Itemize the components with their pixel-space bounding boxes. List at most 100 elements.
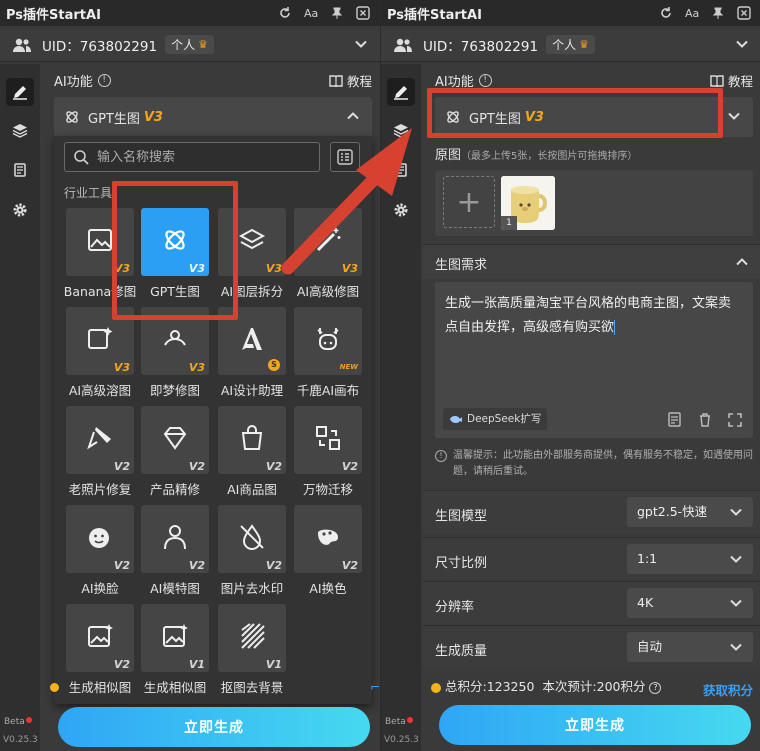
setting-select[interactable]: 4K (627, 588, 753, 618)
points-info-icon: ⌐ (370, 680, 380, 694)
tool-tile-10[interactable]: V2 (218, 406, 286, 474)
chevron-down-icon (730, 508, 742, 516)
document-icon (395, 163, 407, 177)
face-icon (89, 528, 109, 548)
setting-label: 分辨率 (435, 600, 475, 615)
list-view-button[interactable] (330, 142, 360, 172)
tool-tile-8[interactable]: V2 (66, 406, 134, 474)
info-icon[interactable]: ! (478, 73, 492, 87)
pin-icon[interactable] (330, 6, 344, 20)
beta-text: Beta (385, 717, 406, 727)
request-header[interactable]: 生图需求 (423, 244, 760, 278)
close-icon[interactable] (356, 6, 370, 20)
account-badge-right[interactable]: 个人 ♛ (546, 35, 595, 54)
trash-icon[interactable] (697, 412, 713, 428)
close-icon[interactable] (737, 6, 751, 20)
tool-version-tag: V2 (265, 460, 282, 473)
image-sparkle-icon (88, 624, 113, 647)
chevron-down-icon[interactable] (727, 109, 741, 123)
refresh-icon[interactable] (278, 6, 292, 20)
beta-dot (406, 717, 413, 723)
font-size-icon[interactable]: Aa (304, 7, 318, 20)
setting-label: 生图模型 (435, 509, 488, 524)
tool-tile-7[interactable]: NEW (294, 307, 362, 375)
document-tab[interactable] (389, 158, 413, 182)
edit-tab[interactable] (387, 78, 415, 106)
beta-label-right: Beta (385, 717, 413, 727)
tool-tile-3[interactable]: V3 (294, 208, 362, 276)
tool-selector[interactable]: GPT生图 V3 (54, 97, 372, 137)
tool-search[interactable] (64, 142, 320, 172)
text-cursor (614, 320, 616, 335)
generate-button-right[interactable]: 立即生成 (439, 705, 751, 745)
setting-select[interactable]: 1:1 (627, 544, 753, 574)
chevron-up-icon[interactable] (346, 109, 360, 123)
deepseek-expand-button[interactable]: DeepSeek扩写 (443, 408, 548, 430)
crown-icon: ♛ (579, 38, 589, 51)
tutorial-label: 教程 (346, 74, 372, 89)
tool-tile-18[interactable]: V1 (218, 604, 286, 672)
edit-tab[interactable] (6, 78, 34, 106)
request-textarea[interactable]: 生成一张高质量淘宝平台风格的电商主图，文案卖点自由发挥，高级感有购买欲 Deep… (435, 282, 753, 438)
tool-label-7: 千鹿AI画布 (296, 383, 360, 398)
tool-tile-13[interactable]: V2 (141, 505, 209, 573)
tutorial-label: 教程 (727, 74, 753, 89)
tool-tile-12[interactable]: V2 (66, 505, 134, 573)
layers-icon (393, 124, 409, 138)
gear-icon (13, 203, 27, 217)
tool-tile-15[interactable]: V2 (294, 505, 362, 573)
account-badge-label: 个人 (552, 38, 577, 52)
chevron-down-icon[interactable] (354, 37, 368, 51)
left-panel: Ps插件StartAI Aa UID：763802291 个人 ♛ Beta V0… (0, 0, 380, 751)
section-title: AI功能 (54, 74, 93, 90)
tool-tile-11[interactable]: V2 (294, 406, 362, 474)
uploaded-thumbnail[interactable]: 1 (501, 176, 555, 230)
coin-icon (431, 682, 441, 693)
crown-icon: ♛ (198, 38, 208, 51)
tip-text: 温馨提示：此功能由外部服务商提供，偶有服务不稳定，如遇使用问题，请稍后重试。 (453, 450, 753, 477)
chevron-down-icon[interactable] (735, 37, 749, 51)
source-label: 原图 (435, 148, 462, 163)
beta-dot (25, 717, 32, 723)
info-icon[interactable]: ! (97, 73, 111, 87)
pin-icon[interactable] (711, 6, 725, 20)
points-info-icon[interactable]: ? (649, 681, 662, 694)
tool-version-tag: V1 (188, 658, 205, 671)
layers-tab[interactable] (389, 118, 413, 142)
tool-tile-9[interactable]: V2 (141, 406, 209, 474)
font-size-icon[interactable]: Aa (685, 7, 699, 20)
layers-tab[interactable] (8, 118, 32, 142)
add-image-button[interactable]: + (443, 176, 495, 228)
tool-version-tag: V1 (265, 658, 282, 671)
points-footer: 总积分:123250 本次预计:200积分 ? 获取积分 (423, 676, 760, 700)
template-icon[interactable] (667, 412, 683, 428)
document-tab[interactable] (8, 158, 32, 182)
settings-tab[interactable] (8, 198, 32, 222)
generate-button[interactable]: 立即生成 (58, 707, 370, 747)
tutorial-link[interactable]: 教程 (329, 71, 372, 90)
tool-tile-14[interactable]: V2 (218, 505, 286, 573)
chevron-down-icon (730, 599, 742, 607)
setting-select[interactable]: gpt2.5-快速 (627, 497, 753, 527)
layer-split-icon (238, 228, 266, 250)
gem-icon (163, 427, 187, 450)
refresh-icon[interactable] (659, 6, 673, 20)
setting-select[interactable]: 自动 (627, 632, 753, 662)
tool-version-tag: V3 (188, 361, 205, 374)
setting-label: 生成质量 (435, 644, 488, 659)
get-points-link[interactable]: 获取积分 (703, 680, 753, 699)
account-badge[interactable]: 个人 ♛ (165, 35, 214, 54)
setting-row-1: 尺寸比例 1:1 (423, 537, 760, 581)
settings-tab[interactable] (389, 198, 413, 222)
tool-version-tag: V2 (341, 460, 358, 473)
deepseek-label: DeepSeek扩写 (467, 413, 542, 425)
tool-label-15: AI换色 (309, 581, 347, 596)
tool-tile-16[interactable]: V2 (66, 604, 134, 672)
beta-label: Beta (4, 717, 32, 727)
search-input[interactable] (97, 149, 297, 165)
tool-label-8: 老照片修复 (68, 482, 132, 497)
main-content-right: AI功能 ! 教程 GPT生图 V3 原图（最多上传5张，长按图片可拖拽排序） … (423, 64, 760, 751)
tool-tile-17[interactable]: V1 (141, 604, 209, 672)
expand-icon[interactable] (727, 412, 743, 428)
chevron-up-icon[interactable] (735, 255, 749, 269)
